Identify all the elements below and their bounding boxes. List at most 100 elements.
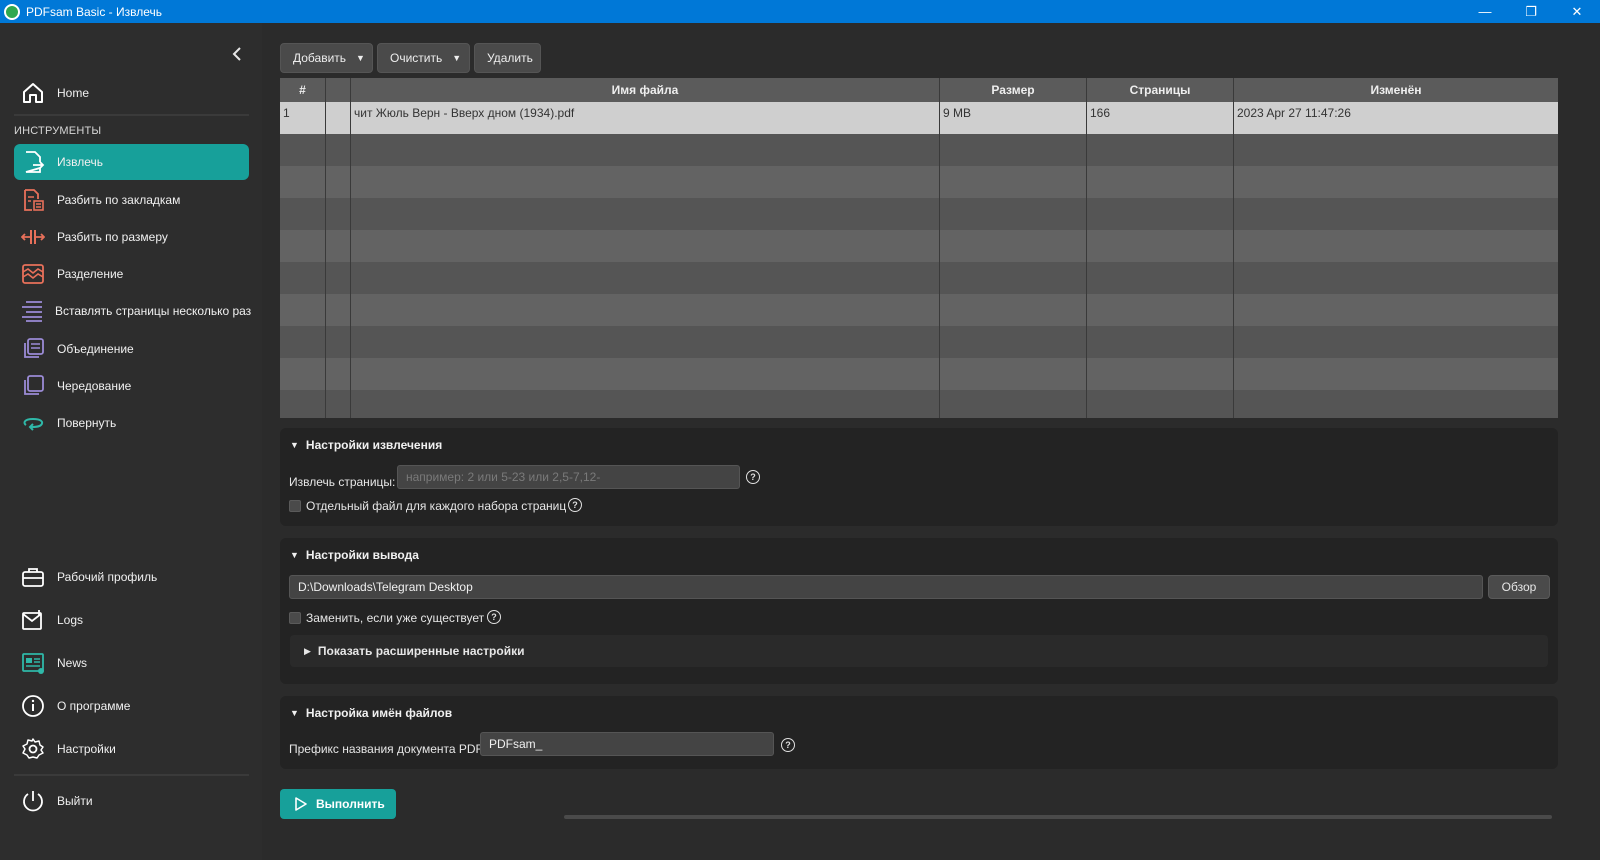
- output-settings-panel: ▼ Настройки вывода D:\Downloads\Telegram…: [280, 538, 1558, 684]
- column-header-pages[interactable]: Страницы: [1087, 78, 1234, 102]
- extract-settings-panel: ▼ Настройки извлечения Извлечь страницы:…: [280, 428, 1558, 526]
- cell-pages: 166: [1087, 102, 1234, 134]
- cell-size: 9 MB: [940, 102, 1087, 134]
- help-icon[interactable]: ?: [781, 738, 795, 752]
- empty-row: [280, 166, 1558, 198]
- sidebar-item-home[interactable]: Home: [14, 75, 249, 111]
- toolbar: Добавить ▼ Очистить ▼ Удалить: [280, 43, 541, 73]
- sidebar-item-rotate[interactable]: Повернуть: [14, 405, 249, 441]
- table-row[interactable]: 1 чит Жюль Верн - Вверх дном (1934).pdf …: [280, 102, 1558, 134]
- sidebar-item-extract[interactable]: Извлечь: [14, 144, 249, 180]
- sidebar-item-split-size[interactable]: Разбить по размеру: [14, 219, 249, 255]
- progress-bar: [564, 815, 1552, 819]
- empty-row: [280, 134, 1558, 166]
- remove-button[interactable]: Удалить: [474, 43, 541, 73]
- sidebar-item-insert-pages[interactable]: Вставлять страницы несколько раз: [14, 293, 252, 329]
- sidebar-item-exit[interactable]: Выйти: [14, 783, 249, 819]
- sidebar-item-split-bookmarks[interactable]: Разбить по закладкам: [14, 182, 249, 218]
- triangle-right-icon: ▶: [304, 645, 311, 656]
- extract-icon: [20, 149, 46, 175]
- merge-icon: [20, 336, 46, 362]
- extract-settings-title: Настройки извлечения: [305, 438, 443, 452]
- minimize-button[interactable]: —: [1462, 0, 1508, 23]
- help-icon[interactable]: ?: [568, 498, 582, 512]
- insert-pages-icon: [20, 298, 44, 324]
- alternate-mix-icon: [20, 373, 46, 399]
- sidebar-item-label: Выйти: [57, 794, 93, 808]
- sidebar-item-label: Logs: [57, 613, 84, 627]
- clear-button[interactable]: Очистить ▼: [377, 43, 470, 73]
- empty-row: [280, 294, 1558, 326]
- empty-row: [280, 262, 1558, 294]
- empty-row: [280, 358, 1558, 390]
- sidebar-item-label: Разбить по размеру: [57, 230, 168, 244]
- sidebar-item-news[interactable]: News: [14, 645, 249, 681]
- divider: [14, 774, 249, 776]
- split-bookmarks-icon: [20, 187, 46, 213]
- extract-settings-header[interactable]: ▼ Настройки извлечения: [290, 438, 442, 452]
- files-table[interactable]: # Имя файла Размер Страницы Изменён 1 чи…: [280, 78, 1558, 418]
- column-header-number[interactable]: #: [280, 78, 326, 102]
- sidebar-item-split[interactable]: Разделение: [14, 256, 249, 292]
- info-icon: [20, 693, 46, 719]
- caret-down-icon[interactable]: ▼: [356, 53, 365, 63]
- logs-icon: [20, 607, 46, 633]
- help-icon[interactable]: ?: [487, 610, 501, 624]
- sidebar-item-logs[interactable]: Logs: [14, 602, 249, 638]
- sidebar-item-label: Вставлять страницы несколько раз: [55, 304, 252, 318]
- sidebar-item-label: Разбить по закладкам: [57, 193, 181, 207]
- sidebar-item-label: News: [57, 656, 88, 670]
- split-icon: [20, 261, 46, 287]
- sidebar-item-label: Объединение: [57, 342, 134, 356]
- chevron-left-icon: [232, 47, 241, 61]
- help-icon[interactable]: ?: [746, 470, 760, 484]
- separate-file-label: Отдельный файл для каждого набора страни…: [306, 499, 567, 513]
- triangle-down-icon: ▼: [290, 440, 299, 450]
- empty-row: [280, 230, 1558, 262]
- sidebar-item-label: О программе: [57, 699, 131, 713]
- sidebar-item-alternate-mix[interactable]: Чередование: [14, 368, 249, 404]
- sidebar-item-about[interactable]: О программе: [14, 688, 249, 724]
- divider: [14, 114, 249, 116]
- advanced-settings-toggle[interactable]: ▶ Показать расширенные настройки: [290, 635, 1548, 667]
- main-content: Добавить ▼ Очистить ▼ Удалить # Имя файл…: [262, 23, 1600, 860]
- cell-lock: [326, 102, 351, 134]
- column-header-modified[interactable]: Изменён: [1234, 78, 1558, 102]
- prefix-input[interactable]: PDFsam_: [480, 732, 774, 756]
- sidebar-item-label: Настройки: [57, 742, 116, 756]
- restore-button[interactable]: ❐: [1508, 0, 1554, 23]
- run-button-label: Выполнить: [316, 797, 385, 811]
- sidebar-item-workspace[interactable]: Рабочий профиль: [14, 559, 249, 595]
- column-header-lock[interactable]: [326, 78, 351, 102]
- output-settings-title: Настройки вывода: [305, 548, 419, 562]
- collapse-sidebar-button[interactable]: [227, 44, 247, 64]
- split-size-icon: [20, 224, 46, 250]
- add-button-label: Добавить: [293, 51, 347, 65]
- browse-button[interactable]: Обзор: [1488, 575, 1550, 599]
- sidebar-item-settings[interactable]: Настройки: [14, 731, 249, 767]
- output-path-input[interactable]: D:\Downloads\Telegram Desktop: [289, 575, 1483, 599]
- close-button[interactable]: ✕: [1554, 0, 1600, 23]
- section-label-tools: ИНСТРУМЕНТЫ: [14, 125, 102, 137]
- cell-filename: чит Жюль Верн - Вверх дном (1934).pdf: [351, 102, 940, 134]
- add-button[interactable]: Добавить ▼: [280, 43, 373, 73]
- sidebar-item-label: Повернуть: [57, 416, 117, 430]
- briefcase-icon: [20, 564, 46, 590]
- table-header: # Имя файла Размер Страницы Изменён: [280, 78, 1558, 102]
- extract-pages-input[interactable]: например: 2 или 5-23 или 2,5-7,12-: [397, 465, 740, 489]
- run-button[interactable]: Выполнить: [280, 789, 396, 819]
- overwrite-checkbox[interactable]: [289, 612, 301, 624]
- caret-down-icon[interactable]: ▼: [452, 53, 461, 63]
- filename-settings-header[interactable]: ▼ Настройка имён файлов: [290, 706, 452, 720]
- output-settings-header[interactable]: ▼ Настройки вывода: [290, 548, 419, 562]
- separate-file-checkbox[interactable]: [289, 500, 301, 512]
- column-header-filename[interactable]: Имя файла: [351, 78, 940, 102]
- sidebar-item-merge[interactable]: Объединение: [14, 331, 249, 367]
- news-icon: [20, 650, 46, 676]
- empty-row: [280, 326, 1558, 358]
- gear-icon: [20, 736, 46, 762]
- window-title: PDFsam Basic - Извлечь: [26, 4, 163, 19]
- play-icon: [295, 797, 307, 811]
- column-header-size[interactable]: Размер: [940, 78, 1087, 102]
- extract-pages-label: Извлечь страницы:: [289, 475, 396, 489]
